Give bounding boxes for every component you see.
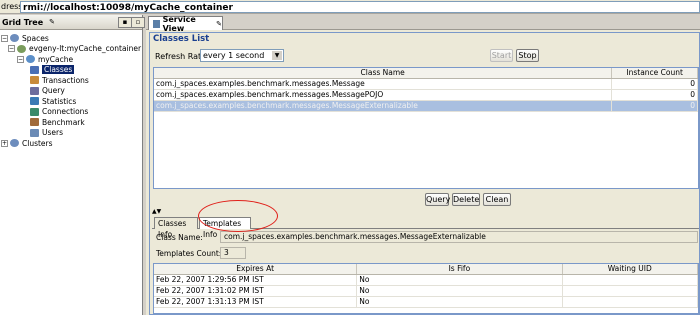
class-name-field: com.j_spaces.examples.benchmark.messages… — [220, 231, 698, 243]
service-view-tab-label: Service View — [162, 14, 196, 33]
service-view-pane: Service View ✎ Classes List Refresh Rate… — [146, 15, 700, 315]
tree-node-icon — [30, 107, 39, 116]
tree-node[interactable]: Benchmark — [0, 117, 142, 128]
instance-count-cell: 0 — [612, 90, 698, 100]
tree-node[interactable]: Transactions — [0, 75, 142, 86]
tree-node-label: myCache — [38, 54, 74, 64]
tree-node[interactable]: Users — [0, 128, 142, 139]
address-bar: dress: rmi://localhost:10098/myCache_con… — [0, 0, 700, 14]
template-uid-cell — [563, 275, 698, 285]
tree-node[interactable]: − evgeny-lt:myCache_container — [0, 44, 142, 55]
start-button[interactable]: Start — [490, 49, 513, 62]
templates-table: Expires At Is Fifo Waiting UID Feb 22, 2… — [153, 263, 699, 314]
tree-node-icon — [30, 118, 39, 127]
classes-table-header: Class Name Instance Count — [154, 68, 698, 79]
chevron-down-icon[interactable]: ▼ — [272, 51, 282, 60]
class-name-cell: com.j_spaces.examples.benchmark.messages… — [154, 79, 613, 89]
template-expires-cell: Feb 22, 2007 1:29:56 PM IST — [154, 275, 358, 285]
restore-pane-icon[interactable]: ▪ — [118, 17, 132, 28]
close-pane-icon[interactable]: ▫ — [131, 17, 145, 28]
class-name-cell: com.j_spaces.examples.benchmark.messages… — [154, 90, 613, 100]
template-expires-cell: Feb 22, 2007 1:31:02 PM IST — [154, 286, 358, 296]
tree-node-icon — [30, 86, 39, 95]
tree-node[interactable]: − Spaces — [0, 33, 142, 44]
template-fifo-cell: No — [357, 275, 563, 285]
column-header-waiting-uid[interactable]: Waiting UID — [563, 264, 698, 274]
tree-node-icon — [30, 97, 39, 106]
stop-button[interactable]: Stop — [516, 49, 539, 62]
tab-service-view[interactable]: Service View ✎ — [148, 14, 223, 33]
query-button[interactable]: Query — [425, 193, 450, 206]
instance-count-cell: 0 — [612, 79, 698, 89]
refresh-rate-select[interactable]: every 1 second ▼ — [200, 49, 284, 62]
refresh-rate-value: every 1 second — [203, 51, 265, 60]
grid-tree-title: Grid Tree — [2, 17, 44, 27]
tree-node-icon — [10, 34, 19, 43]
collapse-icon[interactable]: − — [8, 45, 15, 53]
tree-node-label: Spaces — [22, 33, 49, 43]
tree-node-label: Transactions — [42, 75, 89, 85]
expand-icon[interactable]: + — [1, 139, 8, 147]
tree-node-label: Connections — [42, 107, 89, 117]
tree-node-label: Clusters — [22, 138, 53, 148]
tree-node-label: Statistics — [42, 96, 77, 106]
templates-count-field: 3 — [220, 247, 246, 259]
grid-tree-pane: Grid Tree ✎ ▪ ▫ − Spaces − evgeny-lt:myCach… — [0, 15, 145, 315]
service-view-tabbar: Service View ✎ — [146, 14, 700, 33]
class-name-cell: com.j_spaces.examples.benchmark.messages… — [154, 101, 613, 111]
tab-classes-info[interactable]: Classes Info — [154, 217, 198, 239]
highlight-oval — [198, 200, 278, 232]
template-fifo-cell: No — [357, 297, 563, 307]
tree-node-icon — [30, 128, 39, 137]
collapse-icon[interactable]: − — [1, 34, 8, 42]
tree-node-label: Query — [42, 86, 65, 96]
table-row[interactable]: Feb 22, 2007 1:29:56 PM IST No — [154, 275, 698, 286]
classes-list-panel: Classes List Refresh Rate: every 1 secon… — [149, 32, 700, 315]
tree-node-icon — [17, 44, 26, 53]
classes-list-title: Classes List — [153, 34, 210, 44]
tree-node[interactable]: Statistics — [0, 96, 142, 107]
instance-count-cell: 0 — [612, 101, 698, 111]
tree-node-icon — [26, 55, 35, 64]
service-view-icon — [153, 19, 160, 28]
column-header-expires-at[interactable]: Expires At — [154, 264, 358, 274]
tree-node-label: Classes — [42, 65, 75, 75]
table-row[interactable]: Feb 22, 2007 1:31:02 PM IST No — [154, 286, 698, 297]
pin-icon[interactable]: ✎ — [216, 20, 222, 28]
template-uid-cell — [563, 297, 698, 307]
grid-tree: − Spaces − evgeny-lt:myCache_container − myCa… — [0, 30, 142, 149]
table-row[interactable]: Feb 22, 2007 1:31:13 PM IST No — [154, 297, 698, 308]
column-header-class-name[interactable]: Class Name — [154, 68, 613, 78]
tree-node[interactable]: + Clusters — [0, 138, 142, 149]
address-input[interactable]: rmi://localhost:10098/myCache_container — [20, 0, 700, 13]
template-fifo-cell: No — [357, 286, 563, 296]
template-uid-cell — [563, 286, 698, 296]
tree-node-label: Benchmark — [42, 117, 85, 127]
class-name-label: Class Name: — [156, 233, 203, 242]
column-header-instance-count[interactable]: Instance Count — [612, 68, 698, 78]
table-row[interactable]: com.j_spaces.examples.benchmark.messages… — [154, 101, 698, 112]
tree-node-label: Users — [42, 128, 64, 138]
clean-button[interactable]: Clean — [483, 193, 511, 206]
tree-node[interactable]: Connections — [0, 107, 142, 118]
template-expires-cell: Feb 22, 2007 1:31:13 PM IST — [154, 297, 358, 307]
collapse-icon[interactable]: − — [17, 55, 24, 63]
grid-tree-header: Grid Tree ✎ ▪ ▫ — [0, 15, 145, 30]
tree-node-icon — [30, 65, 39, 74]
tree-node[interactable]: Classes — [0, 65, 142, 76]
table-row[interactable]: com.j_spaces.examples.benchmark.messages… — [154, 90, 698, 101]
tree-node-label: evgeny-lt:myCache_container — [29, 44, 142, 54]
table-row[interactable]: com.j_spaces.examples.benchmark.messages… — [154, 79, 698, 90]
column-header-is-fifo[interactable]: Is Fifo — [357, 264, 563, 274]
delete-button[interactable]: Delete — [452, 193, 480, 206]
pin-icon[interactable]: ✎ — [49, 18, 55, 26]
tree-node[interactable]: − myCache — [0, 54, 142, 65]
templates-count-label: Templates Count: — [156, 249, 222, 258]
tree-node-icon — [30, 76, 39, 85]
tree-node[interactable]: Query — [0, 86, 142, 97]
classes-table: Class Name Instance Count com.j_spaces.e… — [153, 67, 699, 189]
address-label: dress: — [1, 2, 26, 11]
templates-table-header: Expires At Is Fifo Waiting UID — [154, 264, 698, 275]
tree-node-icon — [10, 139, 19, 148]
